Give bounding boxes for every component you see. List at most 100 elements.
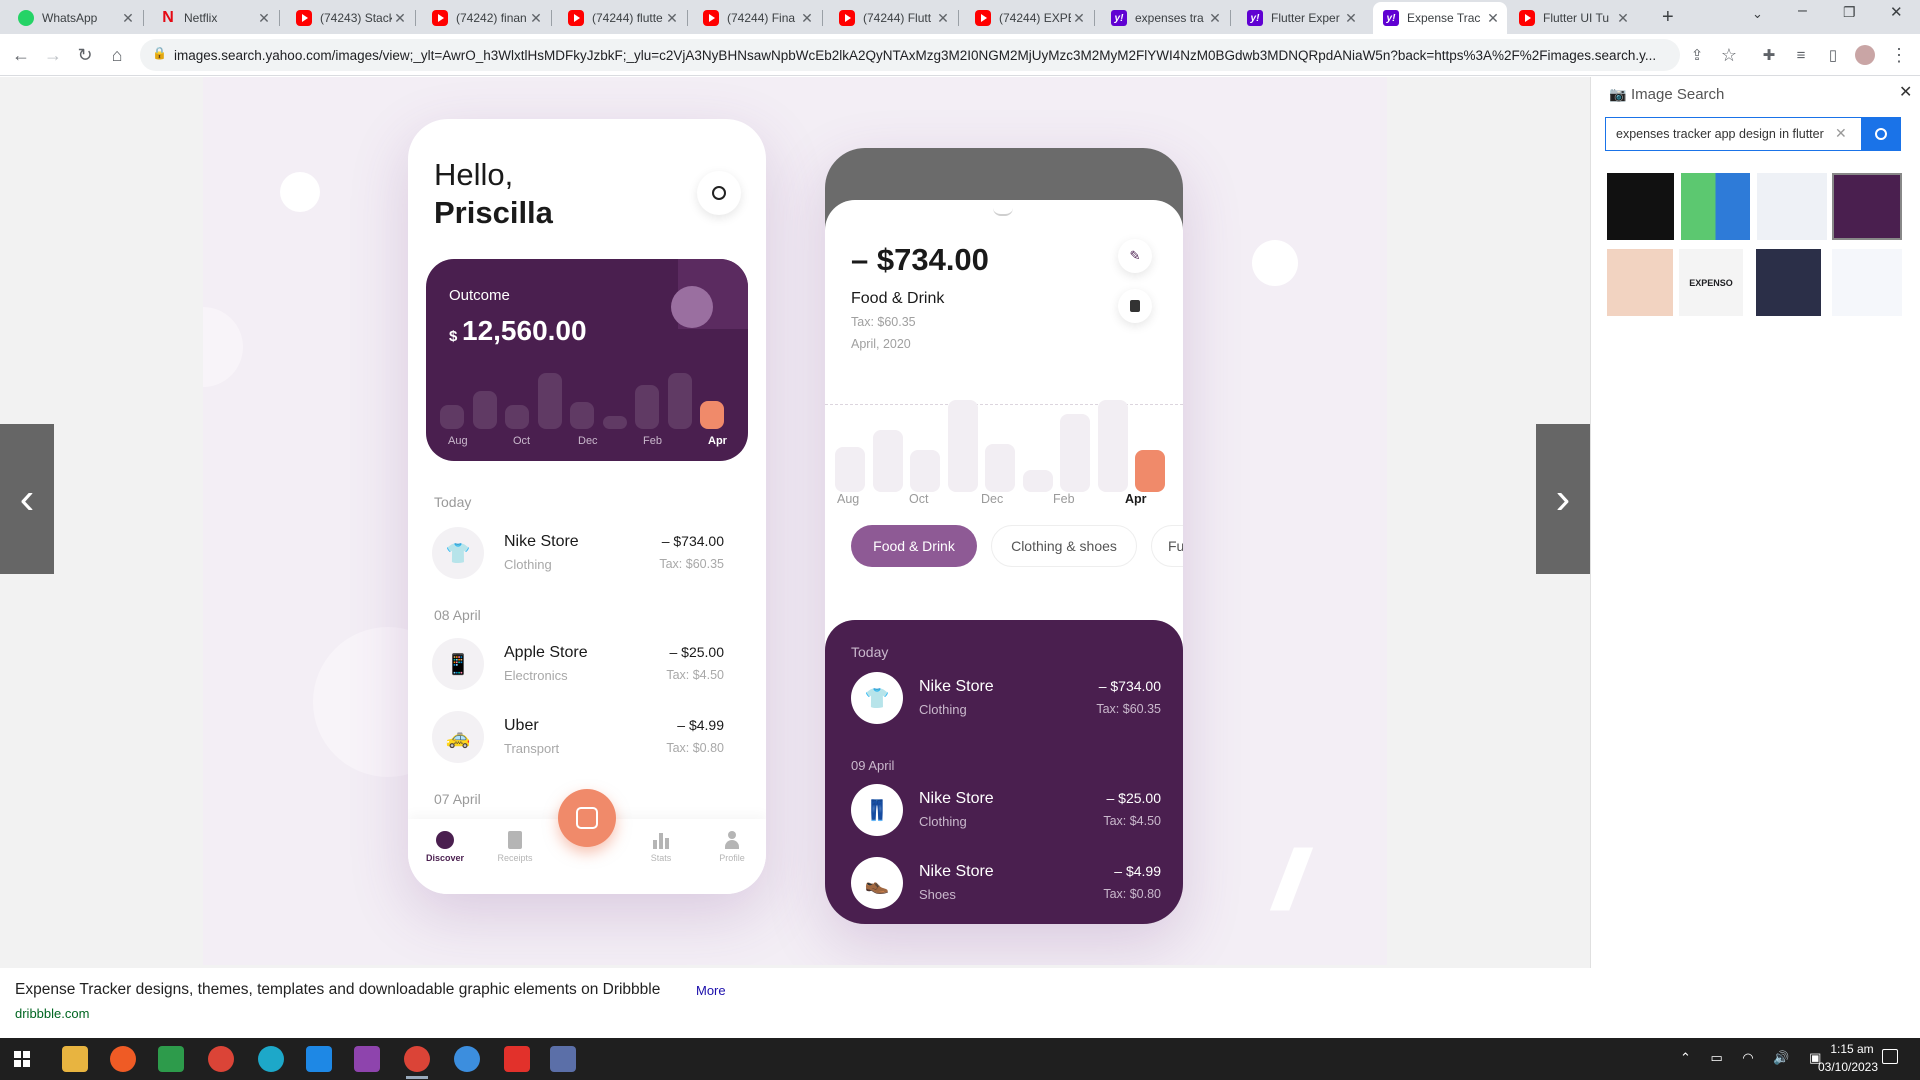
tab[interactable]: (74244) EXPE ✕ (965, 2, 1093, 34)
clock-date[interactable]: 03/10/2023 (1806, 1060, 1890, 1074)
result-thumb[interactable] (1681, 173, 1750, 240)
close-panel-button[interactable]: ✕ (1899, 82, 1912, 102)
close-tab-icon[interactable]: ✕ (1343, 10, 1359, 27)
youtube-icon (703, 10, 719, 26)
menu-icon[interactable]: ⋮ (1886, 42, 1912, 68)
user-name: Priscilla (434, 195, 553, 230)
month-label: Oct (513, 435, 531, 447)
chart-bar (700, 401, 724, 429)
windows-start-icon[interactable] (14, 1051, 30, 1067)
new-tab-button[interactable]: + (1662, 6, 1674, 29)
close-tab-icon[interactable]: ✕ (120, 10, 136, 27)
tab[interactable]: y! Flutter Exper ✕ (1237, 2, 1365, 34)
close-tab-icon[interactable]: ✕ (935, 10, 951, 27)
tab[interactable]: N Netflix ✕ (150, 2, 278, 34)
media-icon[interactable]: ≡ (1788, 42, 1814, 68)
transaction-row[interactable]: 📱 Apple Store Electronics – $25.00 Tax: $4.5… (432, 638, 748, 694)
tab[interactable]: (74244) Flutt ✕ (829, 2, 957, 34)
result-thumb[interactable] (1607, 249, 1673, 316)
reload-icon[interactable]: ↻ (72, 42, 98, 68)
forward-icon[interactable]: → (40, 42, 66, 68)
clock-time[interactable]: 1:15 am (1812, 1042, 1892, 1056)
search-box[interactable]: expenses tracker app design in flutter (1605, 117, 1861, 151)
app-icon[interactable] (550, 1046, 576, 1072)
month-label: Aug (448, 435, 468, 447)
close-tab-icon[interactable]: ✕ (799, 10, 815, 27)
close-tab-icon[interactable]: ✕ (256, 10, 272, 27)
close-tab-icon[interactable]: ✕ (1615, 10, 1631, 27)
close-tab-icon[interactable]: ✕ (1485, 10, 1501, 27)
address-bar[interactable]: 🔒 images.search.yahoo.com/images/view;_y… (140, 39, 1680, 71)
visual-studio-icon[interactable] (354, 1046, 380, 1072)
close-tab-icon[interactable]: ✕ (528, 10, 544, 27)
chip-more[interactable]: Fu (1151, 525, 1183, 567)
result-thumb[interactable] (1756, 249, 1821, 316)
result-thumb[interactable] (1607, 173, 1674, 240)
close-tab-icon[interactable]: ✕ (1207, 10, 1223, 27)
clear-search-icon[interactable]: ✕ (1835, 125, 1847, 142)
search-submit-button[interactable] (1861, 117, 1901, 151)
more-link[interactable]: More (696, 983, 726, 998)
minimize-button[interactable]: – (1798, 2, 1807, 20)
url-text: images.search.yahoo.com/images/view;_ylt… (174, 47, 1657, 63)
extensions-icon[interactable]: ✚ (1756, 42, 1782, 68)
scan-fab[interactable] (558, 789, 616, 847)
browser-tab-strip: WhatsApp ✕ N Netflix ✕ (74243) Stack ✕ (74242) … (0, 0, 1920, 34)
nav-stats[interactable]: Stats (636, 831, 686, 863)
receipt-button[interactable] (1118, 289, 1152, 323)
chip-food-drink[interactable]: Food & Drink (851, 525, 977, 567)
android-studio-icon[interactable] (454, 1046, 480, 1072)
notification-icon[interactable] (1882, 1049, 1898, 1064)
transaction-row[interactable]: 👖 Nike Store Clothing – $25.00 Tax: $4.50 (851, 784, 1161, 840)
vscode-icon[interactable] (306, 1046, 332, 1072)
chevron-down-icon[interactable] (993, 208, 1013, 216)
outcome-card[interactable]: Outcome $ 12,560.00 Aug Oct Dec Feb Apr (426, 259, 748, 461)
result-thumb[interactable] (1832, 249, 1902, 316)
transaction-row[interactable]: 👕 Nike Store Clothing – $734.00 Tax: $60.35 (851, 672, 1161, 728)
tab[interactable]: (74242) finan ✕ (422, 2, 550, 34)
outcome-bar-chart (440, 355, 740, 429)
tab[interactable]: (74244) Fina ✕ (693, 2, 821, 34)
restore-button[interactable]: ❐ (1843, 4, 1856, 21)
previous-image-button[interactable]: ‹ (0, 424, 54, 574)
transaction-row[interactable]: 🚕 Uber Transport – $4.99 Tax: $0.80 (432, 711, 748, 767)
anydesk-icon[interactable] (504, 1046, 530, 1072)
share-icon[interactable]: ⇪ (1684, 42, 1710, 68)
tab[interactable]: WhatsApp ✕ (8, 2, 142, 34)
close-window-button[interactable]: ✕ (1890, 3, 1903, 21)
tab[interactable]: y! expenses tra ✕ (1101, 2, 1229, 34)
bookmark-star-icon[interactable]: ☆ (1716, 42, 1742, 68)
result-thumb[interactable] (1832, 173, 1902, 240)
tab-search-icon[interactable]: ⌄ (1752, 6, 1763, 22)
result-thumb[interactable] (1757, 173, 1827, 240)
preview-image[interactable]: // Hello, Priscilla Outcome $ 12,560.00 … (203, 77, 1387, 965)
edge-icon[interactable] (258, 1046, 284, 1072)
tab[interactable]: (74243) Stack ✕ (286, 2, 414, 34)
nav-discover[interactable]: Discover (420, 831, 470, 863)
source-link[interactable]: dribbble.com (15, 1006, 89, 1021)
chrome-icon[interactable] (208, 1046, 234, 1072)
nav-profile[interactable]: Profile (707, 831, 757, 863)
tab[interactable]: (74244) flutte ✕ (558, 2, 686, 34)
tab[interactable]: Flutter UI Tu ✕ (1509, 2, 1637, 34)
home-icon[interactable]: ⌂ (104, 42, 130, 68)
file-explorer-icon[interactable] (62, 1046, 88, 1072)
snipping-tool-icon[interactable] (158, 1046, 184, 1072)
transaction-row[interactable]: 👞 Nike Store Shoes – $4.99 Tax: $0.80 (851, 857, 1161, 913)
chip-clothing-shoes[interactable]: Clothing & shoes (991, 525, 1137, 567)
chrome-active-icon[interactable] (404, 1046, 430, 1072)
close-tab-icon[interactable]: ✕ (1071, 10, 1087, 27)
close-tab-icon[interactable]: ✕ (664, 10, 680, 27)
transaction-row[interactable]: 👕 Nike Store Clothing – $734.00 Tax: $60.35 (432, 527, 748, 583)
back-icon[interactable]: ← (8, 42, 34, 68)
postman-icon[interactable] (110, 1046, 136, 1072)
result-thumb[interactable]: EXPENSO (1679, 249, 1743, 316)
tab[interactable]: y! Expense Trac ✕ (1373, 2, 1507, 34)
search-button[interactable] (697, 171, 741, 215)
edit-button[interactable]: ✎ (1118, 239, 1152, 273)
nav-receipts[interactable]: Receipts (490, 831, 540, 863)
side-panel-icon[interactable]: ▯ (1820, 42, 1846, 68)
close-tab-icon[interactable]: ✕ (392, 10, 408, 27)
profile-avatar[interactable] (1852, 42, 1878, 68)
next-image-button[interactable]: › (1536, 424, 1590, 574)
